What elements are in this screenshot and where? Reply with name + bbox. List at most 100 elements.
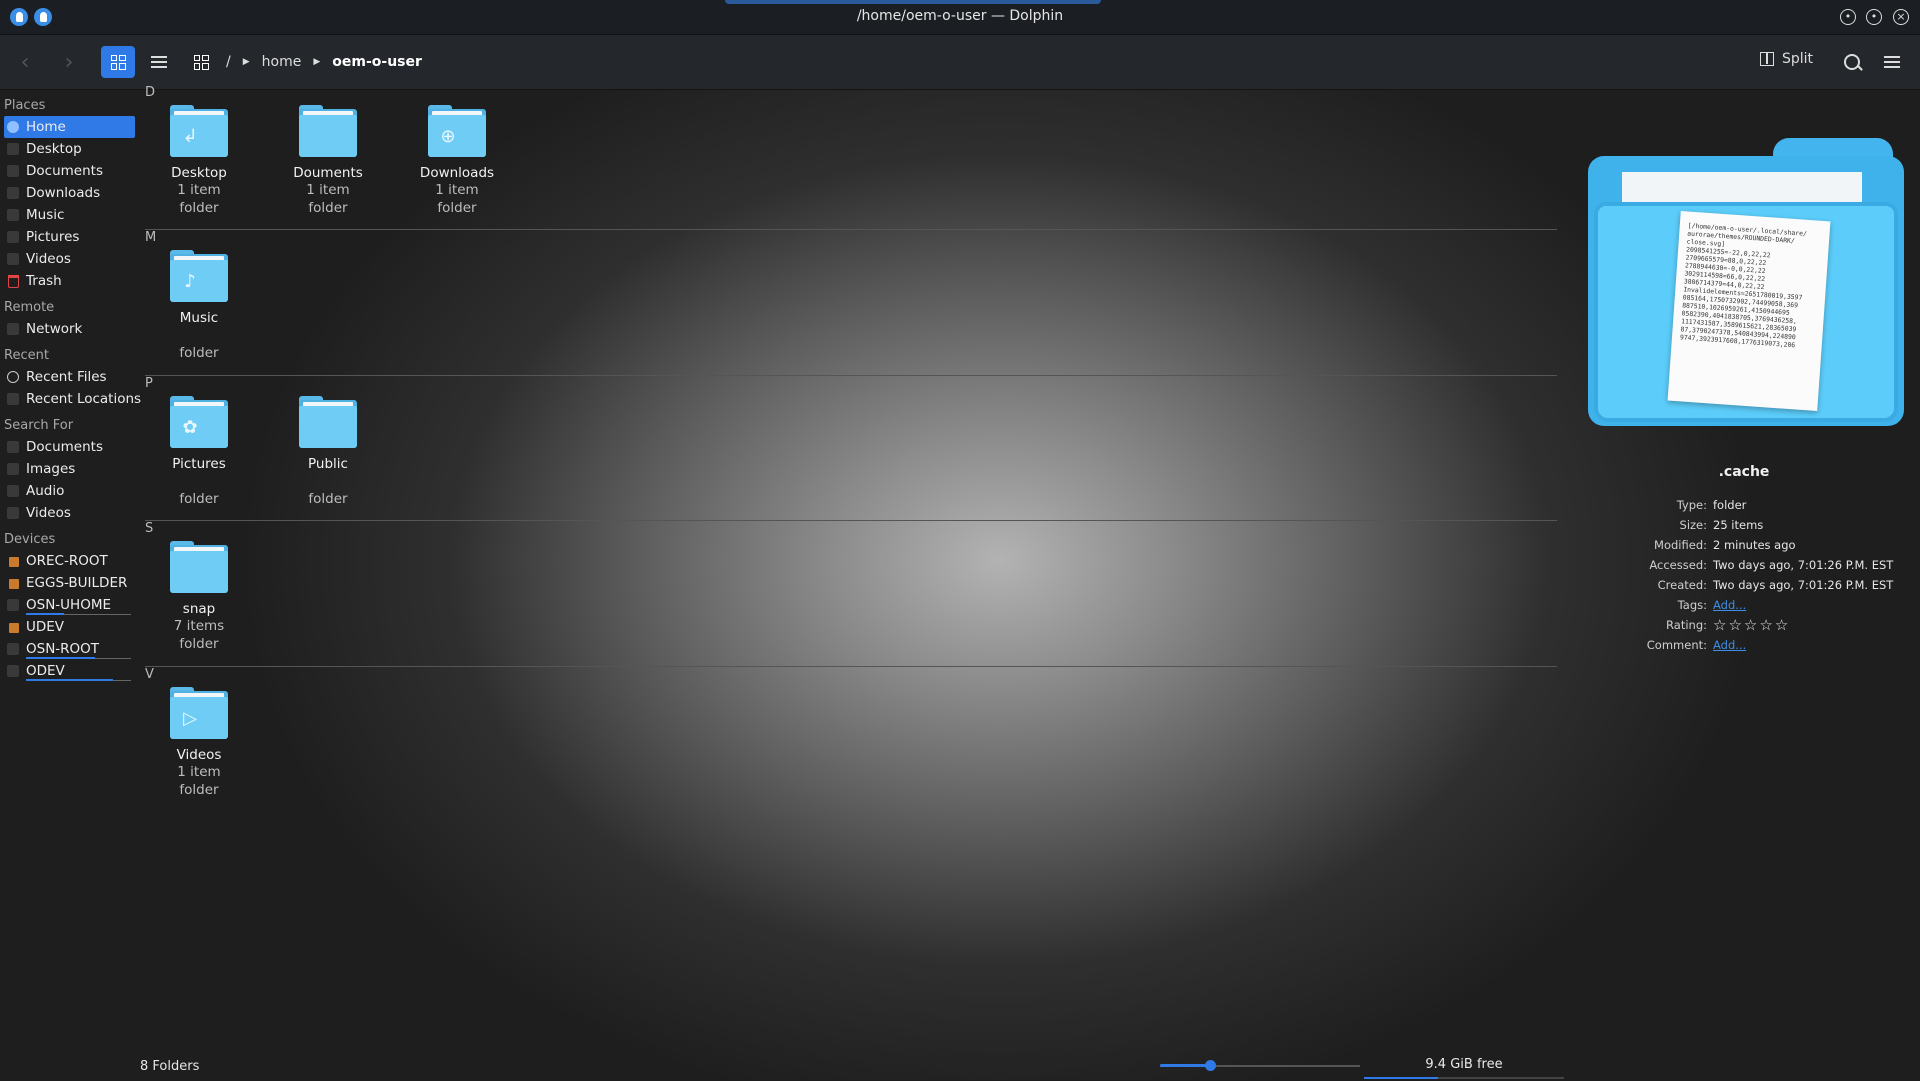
status-bar: 8 Folders 9.4 GiB free [0, 1050, 1920, 1080]
free-space-indicator[interactable]: 9.4 GiB free [1364, 1055, 1564, 1081]
folder-name: snap [182, 601, 216, 617]
sidebar-item[interactable]: ODEV [0, 660, 137, 682]
info-row: Accessed: Two days ago, 7:01:26 P.M. EST [1568, 558, 1920, 578]
minimize-button[interactable]: • [1840, 9, 1856, 25]
drive-icon [9, 557, 19, 567]
sidebar-item[interactable]: EGGS-BUILDER [0, 572, 137, 594]
sidebar-item[interactable]: Audio [0, 480, 137, 502]
details-view-icon [151, 55, 167, 70]
toolbar: ‹ › / ▶ home ▶ oem-o-user Split [0, 35, 1920, 90]
sidebar-item-label: Pictures [26, 229, 80, 245]
folder-item[interactable]: ↲ Desktop 1 item folder [144, 105, 254, 217]
folder-item-count: 1 item [177, 764, 221, 780]
sidebar-item-label: OREC-ROOT [26, 553, 108, 569]
info-key: Rating: [1666, 618, 1707, 632]
back-button[interactable]: ‹ [8, 46, 42, 78]
star-icon[interactable]: ☆ [1775, 618, 1788, 633]
search-button[interactable] [1835, 46, 1869, 78]
status-text: 8 Folders [140, 1059, 200, 1074]
sidebar-section-header: Places [4, 98, 46, 113]
folder-item[interactable]: ⊕ Downloads 1 item folder [402, 105, 512, 217]
sidebar-item[interactable]: Documents [0, 160, 137, 182]
sidebar-section-header: Devices [4, 532, 56, 547]
folder-item[interactable]: snap 7 items folder [144, 541, 254, 653]
hamburger-menu-button[interactable] [1875, 46, 1909, 78]
sidebar-item-label: Home [26, 119, 66, 135]
folder-preview: [/home/oem-o-user/.local/share/aurorae/t… [1588, 138, 1904, 428]
sidebar-item[interactable]: OSN-UHOME [0, 594, 137, 616]
sidebar-item-label: Videos [26, 251, 71, 267]
breadcrumb-separator-icon: ▶ [242, 57, 250, 67]
trash-icon [8, 275, 19, 288]
sidebar-item[interactable]: Home [4, 116, 135, 138]
sidebar-item[interactable]: Downloads [0, 182, 137, 204]
close-button[interactable]: × [1893, 9, 1909, 25]
folder-name: Videos [176, 747, 222, 763]
sidebar-item[interactable]: OREC-ROOT [0, 550, 137, 572]
info-key: Created: [1657, 578, 1707, 592]
folder-icon [299, 396, 357, 448]
info-value: 2 minutes ago [1713, 538, 1796, 552]
folder-item[interactable]: ▷ Videos 1 item folder [144, 687, 254, 799]
star-icon[interactable]: ☆ [1713, 618, 1726, 633]
folder-name: Music [179, 310, 219, 326]
star-icon[interactable]: ☆ [1728, 618, 1741, 633]
folder-type: folder [437, 200, 477, 216]
info-add-link[interactable]: Add... [1713, 638, 1746, 652]
partition-icon [7, 665, 19, 677]
group-divider [145, 229, 1557, 230]
zoom-slider[interactable] [1160, 1060, 1360, 1071]
sidebar-item[interactable]: Videos [0, 248, 137, 270]
split-button[interactable]: Split [1760, 51, 1813, 67]
rating-stars[interactable]: ☆ ☆ ☆ ☆ ☆ [1713, 618, 1788, 633]
info-value: folder [1713, 498, 1747, 512]
sidebar-item[interactable]: Documents [0, 436, 137, 458]
sidebar-item[interactable]: Recent Locations [0, 388, 141, 410]
details-view-button[interactable] [142, 46, 176, 78]
forward-button[interactable]: › [52, 46, 86, 78]
zoom-slider-fill [1160, 1064, 1210, 1067]
compact-view-button[interactable] [184, 46, 218, 78]
breadcrumb-item[interactable]: oem-o-user [332, 54, 422, 70]
sidebar-item[interactable]: Music [0, 204, 137, 226]
icons-view-button[interactable] [101, 46, 135, 78]
sidebar-item[interactable]: Network [0, 318, 137, 340]
sidebar-section-header: Remote [4, 300, 55, 315]
images-icon [7, 463, 19, 475]
info-row: Modified: 2 minutes ago [1568, 538, 1920, 558]
folder-item[interactable]: ✿ Pictures folder [144, 396, 254, 508]
breadcrumb-item[interactable]: / [226, 54, 231, 70]
info-key: Comment: [1646, 638, 1707, 652]
sidebar-item[interactable]: OSN-ROOT [0, 638, 137, 660]
info-key: Accessed: [1649, 558, 1707, 572]
sidebar-item-label: Network [26, 321, 83, 337]
star-icon[interactable]: ☆ [1744, 618, 1757, 633]
info-key: Type: [1676, 498, 1707, 512]
split-label: Split [1782, 51, 1814, 67]
star-icon[interactable]: ☆ [1759, 618, 1772, 633]
folder-item[interactable]: Public folder [273, 396, 383, 508]
sidebar-item[interactable]: Pictures [0, 226, 137, 248]
videos-icon [7, 253, 19, 265]
sidebar-item[interactable]: Images [0, 458, 137, 480]
sidebar-item[interactable]: Recent Files [0, 366, 137, 388]
group-header: S [145, 521, 154, 536]
sidebar-item[interactable]: Desktop [0, 138, 137, 160]
info-add-link[interactable]: Add... [1713, 598, 1746, 612]
folder-item[interactable]: Douments 1 item folder [273, 105, 383, 217]
sidebar-item[interactable]: Trash [0, 270, 137, 292]
folder-icon: ↲ [170, 105, 228, 157]
sidebar-item[interactable]: UDEV [0, 616, 137, 638]
info-row: Size: 25 items [1568, 518, 1920, 538]
breadcrumb-item[interactable]: home [262, 54, 302, 70]
sidebar-item[interactable]: Videos [0, 502, 137, 524]
sidebar-item-label: Music [26, 207, 65, 223]
folder-item[interactable]: ♪ Music folder [144, 250, 254, 362]
zoom-slider-handle[interactable] [1205, 1060, 1216, 1071]
group-divider [145, 520, 1557, 521]
group-header: V [145, 667, 154, 682]
maximize-button[interactable]: • [1866, 9, 1882, 25]
folder-icon [170, 541, 228, 593]
information-panel: [/home/oem-o-user/.local/share/aurorae/t… [1568, 90, 1920, 1050]
sidebar-section-header: Recent [4, 348, 49, 363]
